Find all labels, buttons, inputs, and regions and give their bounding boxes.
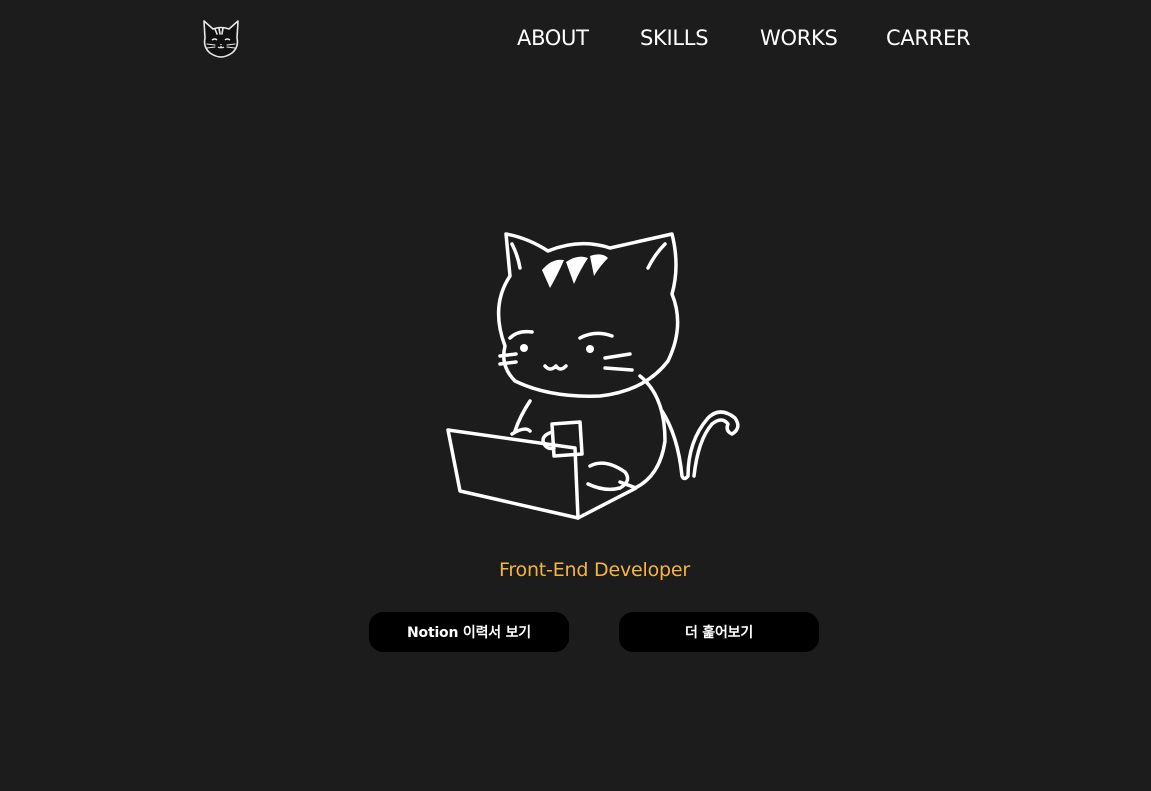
nav-skills[interactable]: SKILLS xyxy=(640,24,709,52)
notion-resume-button[interactable]: Notion 이력서 보기 xyxy=(369,612,569,652)
nav-works[interactable]: WORKS xyxy=(760,24,838,52)
browse-more-button[interactable]: 더 훑어보기 xyxy=(619,612,819,652)
main-nav: ABOUT SKILLS WORKS CARRER xyxy=(0,24,1151,52)
cat-laptop-illustration-icon xyxy=(446,232,740,520)
nav-carrer[interactable]: CARRER xyxy=(886,24,971,52)
nav-about[interactable]: ABOUT xyxy=(517,24,589,52)
portfolio-page: ABOUT SKILLS WORKS CARRER Front-End Deve… xyxy=(0,0,1151,791)
role-subtitle: Front-End Developer xyxy=(499,559,690,581)
site-header: ABOUT SKILLS WORKS CARRER xyxy=(0,0,1151,76)
